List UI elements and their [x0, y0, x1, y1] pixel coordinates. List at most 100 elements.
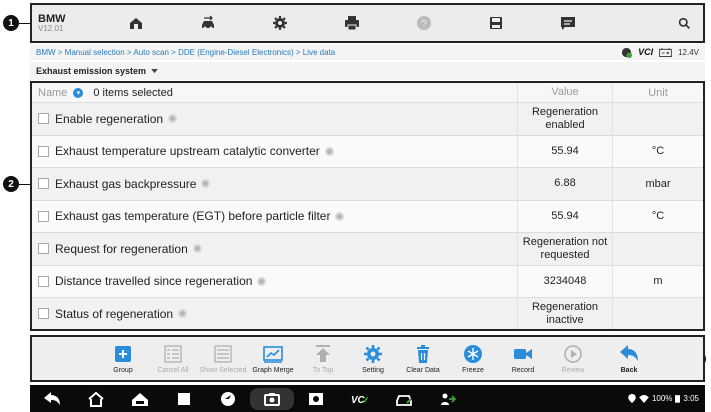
- system-selector-label: Exhaust emission system: [36, 66, 147, 76]
- row-value: 55.94: [517, 200, 612, 232]
- row-checkbox[interactable]: [38, 275, 49, 287]
- table-row[interactable]: Exhaust gas temperature (EGT) before par…: [32, 200, 703, 233]
- row-help-icon[interactable]: [257, 276, 267, 286]
- row-help-icon[interactable]: [178, 309, 188, 319]
- vci-indicator: VCI: [638, 47, 654, 57]
- connection-status: VCI 12.4V: [621, 47, 705, 58]
- header-name[interactable]: Name: [38, 87, 67, 99]
- settings-button[interactable]: [244, 5, 316, 41]
- nav-recent-apps-button[interactable]: [162, 391, 206, 407]
- car-home-icon: [132, 392, 148, 406]
- trash-icon: [417, 344, 429, 363]
- table-row[interactable]: Status of regeneration Regeneration inac…: [32, 298, 703, 329]
- play-circle-icon: [564, 344, 582, 363]
- vehicle-icon: [396, 394, 412, 406]
- show-selected-icon: [214, 344, 232, 363]
- cancel-all-icon: [164, 344, 182, 363]
- callout-1: 1: [3, 15, 19, 31]
- select-info-icon[interactable]: ▾: [73, 87, 84, 98]
- row-name: Distance travelled since regeneration: [55, 274, 253, 289]
- row-unit: [612, 103, 703, 135]
- clear-data-label: Clear Data: [406, 366, 440, 374]
- home-button[interactable]: [100, 5, 172, 41]
- review-button[interactable]: Review: [548, 344, 598, 374]
- print-button[interactable]: [316, 5, 388, 41]
- print-icon: [345, 16, 359, 31]
- row-help-icon[interactable]: [324, 146, 334, 156]
- vehicle-swap-button[interactable]: [172, 5, 244, 41]
- row-unit: m: [612, 265, 703, 297]
- row-value: Regeneration inactive: [517, 298, 612, 329]
- back-arrow-icon: [620, 344, 638, 361]
- settings-icon: [273, 16, 287, 30]
- table-row[interactable]: Request for regeneration Regeneration no…: [32, 233, 703, 266]
- nav-vci-button[interactable]: VC: [338, 391, 382, 407]
- back-label: Back: [620, 366, 638, 374]
- table-row[interactable]: Enable regeneration Regeneration enabled: [32, 103, 703, 136]
- breadcrumb[interactable]: BMW > Manual selection > Auto scan > DDE…: [36, 48, 621, 57]
- nav-browser-button[interactable]: [206, 391, 250, 407]
- nav-back-icon: [44, 391, 60, 405]
- row-help-icon[interactable]: [168, 114, 178, 124]
- to-top-button[interactable]: To Top: [298, 344, 348, 374]
- browser-icon: [221, 391, 235, 406]
- freeze-button[interactable]: Freeze: [448, 344, 498, 374]
- function-toolbar: Group Cancel All Show Selected Graph Mer…: [30, 335, 705, 382]
- row-name: Status of regeneration: [55, 306, 174, 321]
- row-name: Request for regeneration: [55, 241, 188, 256]
- table-row[interactable]: Exhaust temperature upstream catalytic c…: [32, 135, 703, 168]
- row-checkbox[interactable]: [38, 113, 49, 125]
- record-button[interactable]: Record: [498, 344, 548, 374]
- vehicle-brand: BMW V12.01: [32, 13, 100, 34]
- clock: 3:05: [683, 394, 699, 403]
- row-checkbox[interactable]: [38, 145, 49, 157]
- graph-merge-button[interactable]: Graph Merge: [248, 344, 298, 374]
- nav-car-home-button[interactable]: [118, 391, 162, 407]
- back-button[interactable]: Back: [604, 344, 654, 374]
- table-row[interactable]: Exhaust gas backpressure 6.88 mbar: [32, 168, 703, 201]
- save-button[interactable]: [460, 5, 532, 41]
- row-value: 6.88: [517, 168, 612, 200]
- nav-remote-button[interactable]: [426, 391, 470, 407]
- nav-camera-button[interactable]: [250, 387, 294, 410]
- row-unit: °C: [612, 135, 703, 167]
- row-help-icon[interactable]: [201, 179, 211, 189]
- row-checkbox[interactable]: [38, 243, 49, 255]
- row-help-icon[interactable]: [335, 211, 345, 221]
- message-button[interactable]: [532, 5, 604, 41]
- search-icon[interactable]: [678, 17, 691, 30]
- header-unit: Unit: [612, 83, 703, 102]
- table-row[interactable]: Distance travelled since regeneration 32…: [32, 265, 703, 298]
- group-button[interactable]: Group: [98, 344, 148, 374]
- row-checkbox[interactable]: [38, 308, 49, 320]
- row-help-icon[interactable]: [192, 244, 202, 254]
- selected-count: 0 items selected: [93, 86, 173, 99]
- home-icon: [130, 18, 142, 29]
- nav-vehicle-button[interactable]: [382, 391, 426, 407]
- nav-home-button[interactable]: [74, 391, 118, 407]
- setting-button[interactable]: Setting: [348, 344, 398, 374]
- status-indicators: 100% 3:05: [628, 394, 705, 403]
- row-checkbox[interactable]: [38, 210, 49, 222]
- cancel-all-button[interactable]: Cancel All: [148, 344, 198, 374]
- battery-icon: [675, 395, 681, 403]
- to-top-icon: [316, 344, 330, 362]
- brand-name: BMW: [38, 12, 66, 25]
- nav-screenshot-button[interactable]: [294, 391, 338, 407]
- to-top-label: To Top: [312, 366, 334, 374]
- row-value: 55.94: [517, 135, 612, 167]
- battery-percent: 100%: [651, 394, 673, 403]
- clear-data-button[interactable]: Clear Data: [398, 344, 448, 374]
- system-selector[interactable]: Exhaust emission system: [30, 62, 705, 80]
- show-selected-button[interactable]: Show Selected: [198, 344, 248, 374]
- help-button[interactable]: ?: [388, 5, 460, 41]
- snowflake-icon: [464, 344, 482, 363]
- row-name: Enable regeneration: [55, 111, 164, 126]
- dropdown-arrow-icon: [151, 68, 158, 73]
- nav-home-icon: [88, 391, 104, 407]
- row-checkbox[interactable]: [38, 178, 49, 190]
- voltage-readout: 12.4V: [678, 47, 699, 57]
- show-selected-label: Show Selected: [199, 366, 247, 374]
- nav-back-button[interactable]: [30, 391, 74, 407]
- row-unit: [612, 298, 703, 329]
